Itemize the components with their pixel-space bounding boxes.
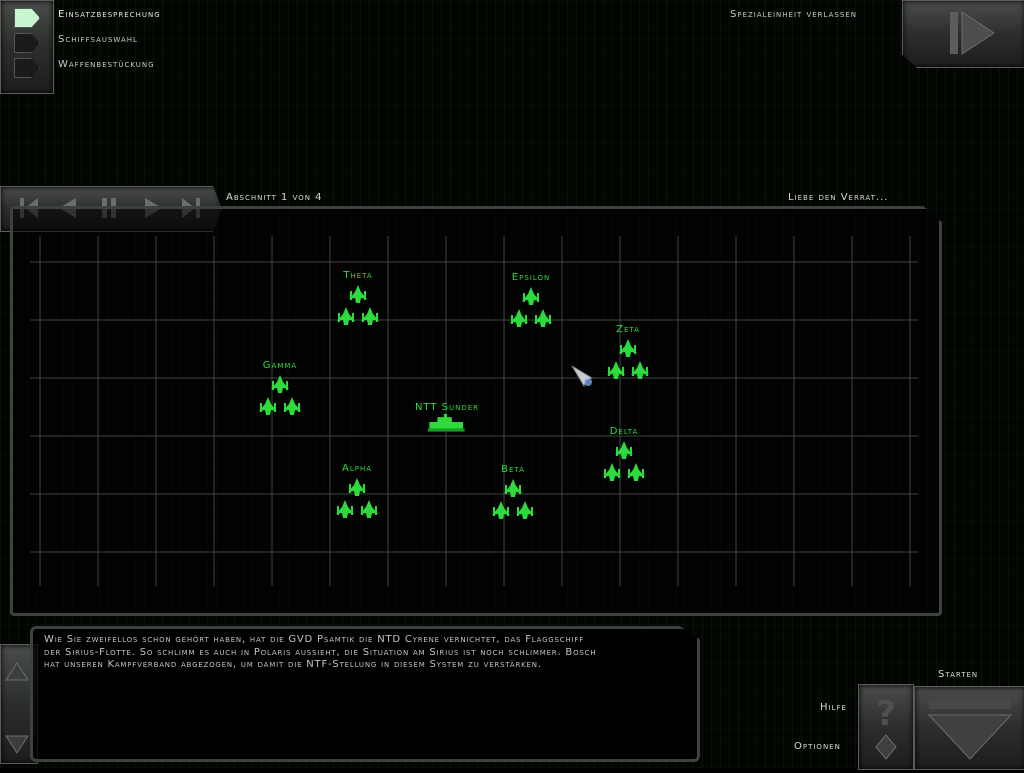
fighter-wing-icon[interactable] <box>487 476 539 526</box>
svg-text:?: ? <box>876 694 896 734</box>
scroll-down-icon[interactable] <box>4 732 30 756</box>
start-arrow-icon <box>927 699 1013 760</box>
options-label[interactable]: Optionen <box>794 741 841 752</box>
fighter-wing-icon[interactable] <box>598 438 650 488</box>
fighter-wing-icon[interactable] <box>254 372 306 422</box>
capital-ship-icon[interactable] <box>424 414 470 438</box>
fighter-wing-icon[interactable] <box>332 282 384 332</box>
unit-label: Delta <box>609 426 639 437</box>
stage-title: Liebe den Verrat... <box>788 192 889 203</box>
cursor-icon <box>571 365 594 388</box>
fighter-wing-icon[interactable] <box>331 475 383 525</box>
help-label[interactable]: Hilfe <box>820 702 847 713</box>
exit-label[interactable]: Spezialeinheit verlassen <box>730 9 857 20</box>
help-button[interactable]: ? <box>858 684 914 770</box>
start-button[interactable] <box>914 686 1024 770</box>
unit-label: Alpha <box>341 463 373 474</box>
unit-label: Theta <box>343 270 373 281</box>
stage-indicator: Abschnitt 1 von 4 <box>226 192 323 203</box>
unit-label: Zeta <box>616 324 640 335</box>
fighter-wing-icon[interactable] <box>602 336 654 386</box>
menu-item-briefing[interactable]: Einsatzbesprechung <box>58 9 161 20</box>
fighter-wing-icon[interactable] <box>505 284 557 334</box>
unit-label: NTT Sunder <box>414 402 480 413</box>
scroll-up-icon[interactable] <box>4 660 30 684</box>
menu-item-weapons[interactable]: Waffenbestückung <box>58 59 155 70</box>
start-label[interactable]: Starten <box>938 669 978 680</box>
help-icon: ? <box>875 694 897 760</box>
briefing-text: Wie Sie zweifellos schon gehört haben, h… <box>44 634 597 670</box>
menu-item-ship-select[interactable]: Schiffsauswahl <box>58 34 138 45</box>
unit-label: Epsilon <box>511 272 551 283</box>
unit-label: Gamma <box>262 360 298 371</box>
unit-label: Beta <box>501 464 525 475</box>
exit-arrow-icon[interactable] <box>948 8 998 58</box>
